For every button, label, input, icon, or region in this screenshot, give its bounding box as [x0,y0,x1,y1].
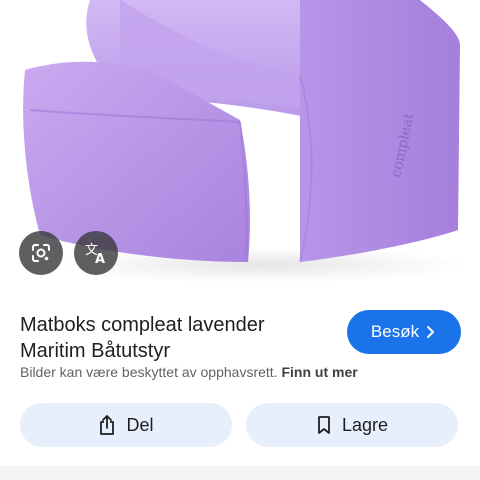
product-image: compleat [23,0,470,283]
share-button-label: Del [126,414,154,435]
learn-more-link[interactable]: Finn ut mer [281,364,357,380]
result-info-panel: Matboks compleat lavender Maritim Båtuts… [0,294,480,480]
share-icon [100,415,115,435]
copyright-text: Bilder kan være beskyttet av opphavsrett… [20,364,278,380]
share-button[interactable]: Del [20,403,232,447]
page-title[interactable]: Matboks compleat lavender Maritim Båtuts… [20,312,320,364]
bookmark-icon [318,416,330,434]
save-button[interactable]: Lagre [246,403,458,447]
bottom-divider [0,466,480,480]
product-image-area[interactable]: compleat 文 A [0,0,480,294]
google-lens-button[interactable] [19,231,63,275]
svg-text:A: A [95,252,105,266]
google-lens-icon [32,244,50,262]
translate-button[interactable]: 文 A [74,231,118,275]
visit-button[interactable]: Besøk [347,310,461,354]
save-button-label: Lagre [341,414,389,435]
translate-icon: 文 A [85,243,105,266]
visit-button-label: Besøk [370,322,420,341]
chevron-right-icon [427,326,435,338]
copyright-notice: Bilder kan være beskyttet av opphavsrett… [20,364,358,380]
